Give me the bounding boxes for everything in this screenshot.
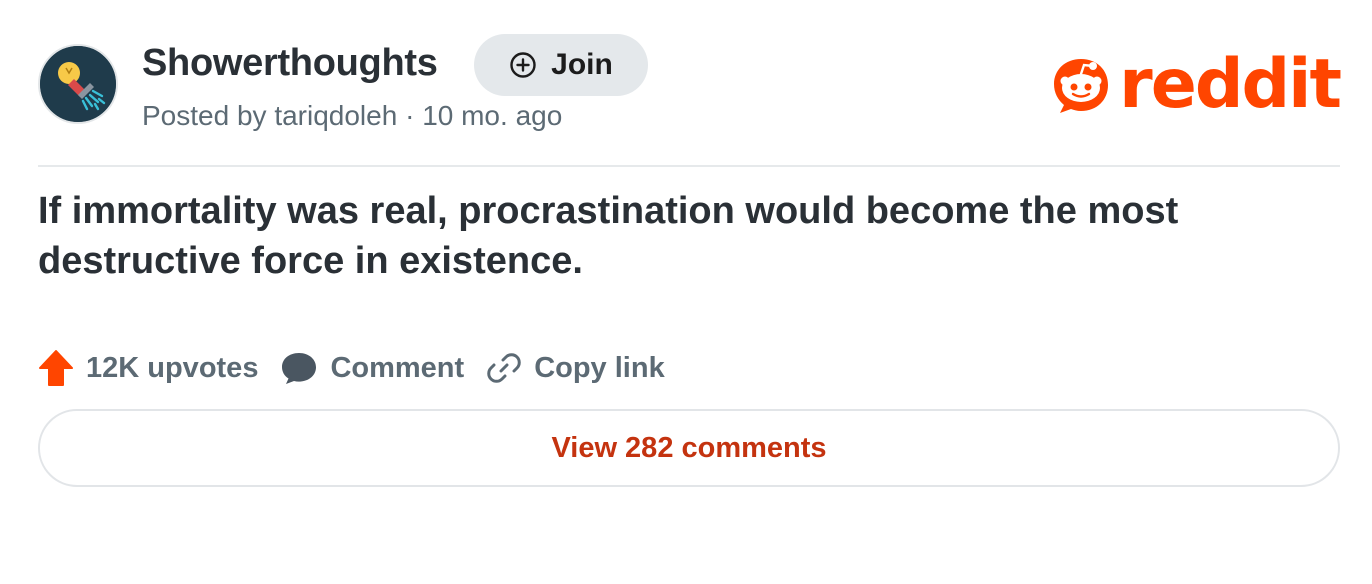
upvote-count: 12K upvotes: [86, 351, 259, 384]
plus-circle-icon: [510, 52, 536, 78]
comment-button[interactable]: Comment: [280, 350, 464, 386]
join-label: Join: [551, 48, 613, 81]
subreddit-name[interactable]: Showerthoughts: [142, 42, 438, 85]
post-actions: 12K upvotes Comment Copy link: [38, 346, 687, 390]
snoo-icon: [1054, 59, 1109, 113]
upvote-button[interactable]: 12K upvotes: [38, 349, 258, 387]
speech-bubble-icon: [282, 353, 317, 384]
upvote-arrow-icon: [39, 350, 73, 386]
post-time: 10 mo. ago: [422, 100, 563, 131]
join-button[interactable]: Join: [474, 34, 648, 96]
meta-separator: ·: [405, 100, 415, 131]
post-title[interactable]: If immortality was real, procrastination…: [38, 186, 1328, 286]
subreddit-avatar[interactable]: [38, 44, 118, 124]
chain-link-icon: [487, 353, 521, 383]
reddit-logo[interactable]: reddit: [1049, 45, 1342, 124]
view-comments-label: View 282 comments: [551, 431, 827, 464]
post-meta: Posted by tariqdoleh · 10 mo. ago: [142, 100, 562, 132]
copy-link-label: Copy link: [534, 351, 665, 384]
author-link[interactable]: tariqdoleh: [274, 100, 397, 131]
copy-link-button[interactable]: Copy link: [486, 350, 665, 386]
header-divider: [38, 165, 1340, 167]
lightbulb-shower-icon: [40, 46, 116, 122]
comment-label: Comment: [330, 351, 465, 384]
reddit-wordmark: reddit: [1119, 45, 1342, 124]
view-comments-button[interactable]: View 282 comments: [38, 409, 1340, 487]
posted-by-prefix: Posted by: [142, 100, 267, 131]
post-header: Showerthoughts Join Posted by tariqdoleh…: [38, 34, 1342, 134]
